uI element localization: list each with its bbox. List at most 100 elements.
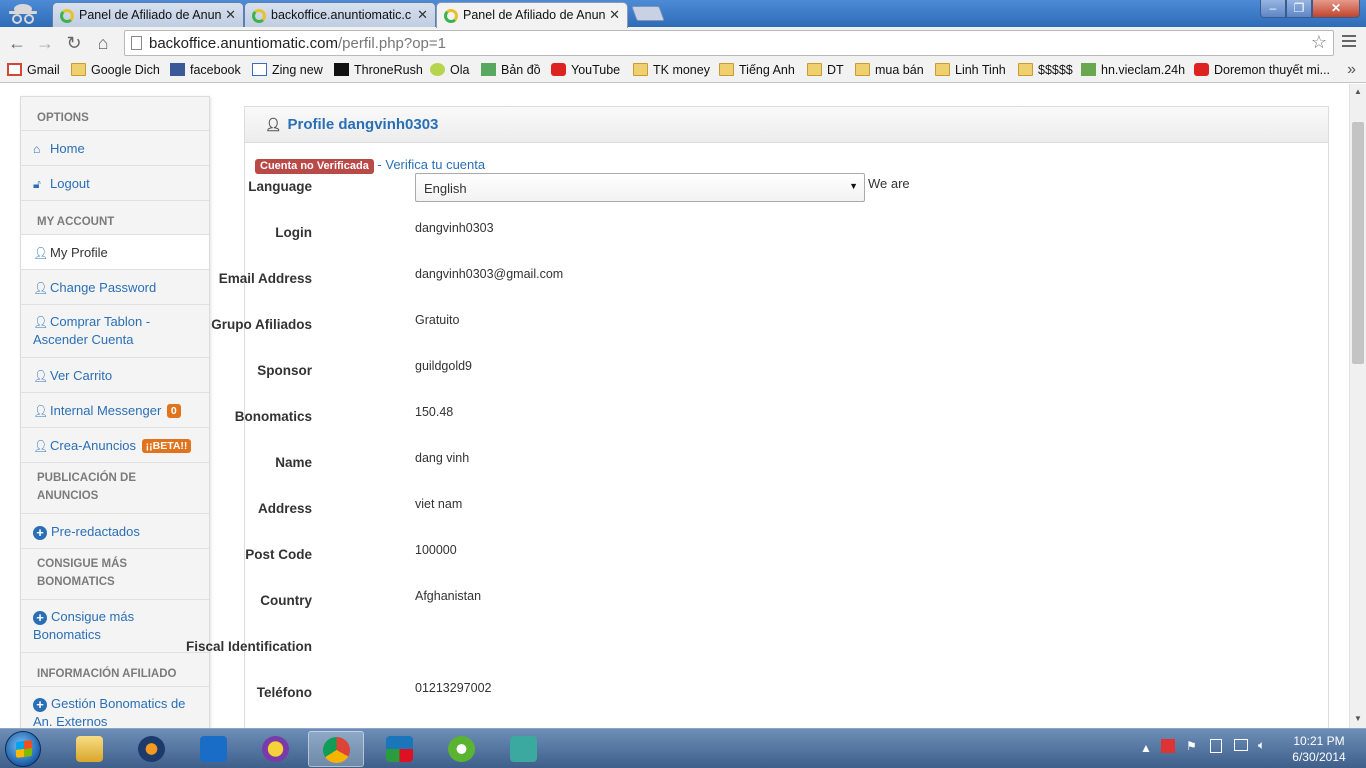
sidebar-item-my-profile[interactable]: 👤︎ My Profile (21, 235, 209, 270)
folder-icon (807, 63, 822, 76)
sidebar-item-pre-redactados[interactable]: + Pre-redactados (21, 514, 209, 549)
user-icon: 👤︎ (33, 439, 49, 453)
new-tab-button[interactable] (631, 6, 665, 21)
system-clock[interactable]: 10:21 PM 6/30/2014 (1284, 733, 1354, 765)
taskbar-dictionary[interactable] (496, 731, 552, 767)
show-hidden-icons[interactable]: ▲ (1140, 741, 1152, 755)
close-tab-icon[interactable]: ✕ (225, 7, 236, 23)
page-scrollbar[interactable]: ▲ ▼ (1349, 84, 1366, 728)
bookmark-facebook[interactable]: facebook (170, 63, 241, 77)
maximize-window-button[interactable]: ❐ (1286, 0, 1312, 18)
form-row-post-code: Post Code 100000 (245, 543, 1245, 567)
sidebar-item-gestion-bonomatics[interactable]: + Gestión Bonomatics de An. Externos (21, 687, 209, 728)
bookmark-mua-ban[interactable]: mua bán (855, 63, 924, 77)
user-icon: 👤︎ (33, 369, 49, 383)
network-icon[interactable] (1234, 739, 1248, 751)
bookmark-ola[interactable]: Ola (430, 63, 469, 77)
back-icon[interactable]: ← (6, 32, 28, 54)
beta-badge: ¡¡BETA!! (141, 439, 192, 453)
chrome-icon (323, 737, 350, 763)
form-row-fiscal-identification: Fiscal Identification (186, 639, 1245, 659)
scrollbar-thumb[interactable] (1352, 122, 1364, 364)
bookmark-linh-tinh[interactable]: Linh Tinh (935, 63, 1006, 77)
bookmark-star-icon[interactable]: ☆ (1311, 32, 1327, 53)
field-label: Bonomatics (234, 409, 312, 424)
bookmark-dollars[interactable]: $$$$$ (1018, 63, 1073, 77)
sidebar-item-change-password[interactable]: 👤︎ Change Password (21, 270, 209, 305)
bookmark-tieng-anh[interactable]: Tiếng Anh (719, 63, 795, 77)
bookmark-tk-money[interactable]: TK money (633, 63, 710, 77)
forward-icon[interactable]: → (34, 32, 56, 54)
user-icon: 👤︎ (33, 315, 49, 329)
form-row-bonomatics: Bonomatics 150.48 (235, 405, 1245, 429)
field-label: Grupo Afiliados (211, 317, 312, 332)
sidebar-item-crea-anuncios[interactable]: 👤︎ Crea-Anuncios ¡¡BETA!! (21, 428, 209, 463)
sidebar-item-comprar-tablon[interactable]: 👤︎ Comprar Tablon - Ascender Cuenta (21, 305, 209, 358)
bookmark-zing-new[interactable]: Zing new (252, 63, 323, 77)
minimize-window-button[interactable]: – (1260, 0, 1286, 18)
zing-icon (252, 63, 267, 76)
address-bar[interactable]: backoffice.anuntiomatic.com/perfil.php?o… (124, 30, 1334, 56)
message-count-badge: 0 (166, 404, 181, 418)
antivirus-tray-icon[interactable] (1161, 739, 1175, 753)
taskbar-teamviewer[interactable] (186, 731, 242, 767)
close-window-button[interactable]: ✕ (1312, 0, 1360, 18)
taskbar-media-player[interactable] (124, 731, 180, 767)
taskbar-messenger[interactable] (248, 731, 304, 767)
folder-icon (719, 63, 734, 76)
start-button[interactable] (5, 731, 41, 767)
taskbar-download-manager[interactable] (434, 731, 490, 767)
sidebar-item-ver-carrito[interactable]: 👤︎ Ver Carrito (21, 358, 209, 393)
bookmark-dt[interactable]: DT (807, 63, 844, 77)
money-icon (1081, 63, 1096, 76)
more-bookmarks-icon[interactable]: » (1347, 61, 1356, 79)
device-tray-icon[interactable] (1210, 739, 1222, 753)
action-center-icon[interactable]: ⚑ (1186, 739, 1197, 753)
taskbar-chrome[interactable] (308, 731, 364, 767)
folder-icon (633, 63, 648, 76)
bookmark-ban-do[interactable]: Bản đồ (481, 63, 541, 77)
folder-icon (855, 63, 870, 76)
bookmark-gmail[interactable]: Gmail (7, 63, 60, 77)
form-row-address: Address viet nam (245, 497, 1245, 521)
teamviewer-icon (200, 736, 227, 762)
sidebar-item-home[interactable]: ⌂ Home (21, 131, 209, 166)
scroll-up-icon[interactable]: ▲ (1354, 87, 1362, 96)
sidebar-header-informacion: INFORMACIÓN AFILIADO (21, 653, 209, 687)
unlock-icon: 🔓︎ (33, 177, 41, 191)
browser-tab-active[interactable]: Panel de Afiliado de Anun ✕ (436, 2, 628, 28)
sidebar: OPTIONS ⌂ Home 🔓︎ Logout MY ACCOUNT 👤︎ My P… (20, 96, 210, 728)
chrome-menu-icon[interactable] (1342, 35, 1356, 50)
sidebar-item-consigue-bonomatics[interactable]: + Consigue más Bonomatics (21, 600, 209, 653)
scroll-down-icon[interactable]: ▼ (1354, 714, 1362, 723)
bookmark-vieclam[interactable]: hn.vieclam.24h (1081, 63, 1185, 77)
reload-icon[interactable]: ↻ (63, 32, 85, 54)
taskbar-unikey[interactable] (372, 731, 428, 767)
plus-circle-icon: + (33, 611, 47, 625)
close-tab-icon[interactable]: ✕ (609, 7, 620, 23)
bookmark-thronerush[interactable]: ThroneRush (334, 63, 423, 77)
bookmark-doremon[interactable]: Doremon thuyết mi... (1194, 63, 1330, 77)
form-row-login: Login dangvinh0303 (245, 221, 1245, 245)
browser-tab[interactable]: backoffice.anuntiomatic.c ✕ (244, 2, 436, 27)
sidebar-header-options: OPTIONS (21, 97, 209, 131)
folder-icon (76, 736, 103, 762)
page-icon (131, 36, 142, 50)
status-badge: Cuenta no Verificada (255, 159, 374, 174)
we-are-text: We are (868, 176, 910, 191)
unikey-icon (386, 736, 413, 762)
user-icon: 👤︎ (265, 117, 282, 132)
close-tab-icon[interactable]: ✕ (417, 7, 428, 23)
volume-icon[interactable]: 🔈︎ (1258, 738, 1265, 753)
field-value: dangvinh0303 (415, 221, 494, 235)
home-icon[interactable]: ⌂ (92, 32, 114, 54)
verify-account-link[interactable]: Verifica tu cuenta (385, 157, 485, 172)
sidebar-item-internal-messenger[interactable]: 👤︎ Internal Messenger 0 (21, 393, 209, 428)
bookmark-youtube[interactable]: YouTube (551, 63, 620, 77)
sidebar-item-logout[interactable]: 🔓︎ Logout (21, 166, 209, 201)
taskbar-explorer[interactable] (62, 731, 118, 767)
bookmark-google-dich[interactable]: Google Dich (71, 63, 160, 77)
browser-tab[interactable]: Panel de Afiliado de Anun ✕ (52, 2, 244, 27)
language-select[interactable]: English ▼ (415, 173, 865, 202)
field-label: Name (275, 455, 312, 470)
